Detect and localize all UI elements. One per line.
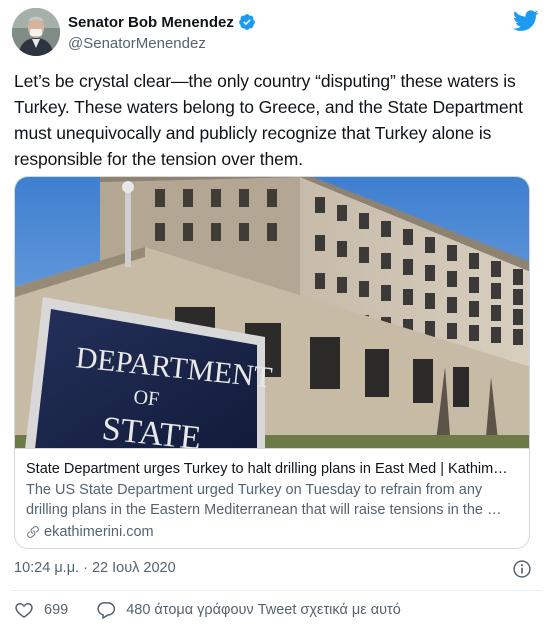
tweet-text: Let’s be crystal clear—the only country … xyxy=(14,71,523,169)
card-description: The US State Department urged Turkey on … xyxy=(26,482,502,518)
link-card[interactable]: DEPARTMENT OF STATE State Department urg… xyxy=(14,176,530,549)
card-domain-text[interactable]: ekathimerini.com xyxy=(44,522,154,542)
card-image[interactable]: DEPARTMENT OF STATE xyxy=(15,177,529,449)
reply-action[interactable]: 480 άτομα γράφουν Tweet σχετικά με αυτό xyxy=(96,600,401,620)
tweet-header: Senator Bob Menendez @SenatorMenendez xyxy=(12,8,541,58)
info-icon[interactable] xyxy=(512,559,532,579)
action-bar: 699 480 άτομα γράφουν Tweet σχετικά με α… xyxy=(14,599,401,621)
author-name[interactable]: Senator Bob Menendez xyxy=(68,14,234,31)
reply-bubble-icon[interactable] xyxy=(96,600,116,620)
reply-text[interactable]: 480 άτομα γράφουν Tweet σχετικά με αυτό xyxy=(126,602,401,618)
sign-line-2: OF xyxy=(132,386,160,411)
like-count: 699 xyxy=(44,602,69,618)
like-action[interactable]: 699 xyxy=(14,600,96,620)
author-handle[interactable]: @SenatorMenendez xyxy=(68,34,256,54)
divider xyxy=(12,590,542,591)
card-title[interactable]: State Department urges Turkey to halt dr… xyxy=(26,459,520,479)
card-domain[interactable]: ekathimerini.com xyxy=(26,522,520,542)
verified-badge-icon xyxy=(238,14,255,30)
timestamp[interactable]: 10:24 μ.μ. · 22 Ιουλ 2020 xyxy=(14,560,176,576)
avatar[interactable] xyxy=(12,8,60,56)
heart-icon[interactable] xyxy=(14,600,34,620)
author-block: Senator Bob Menendez @SenatorMenendez xyxy=(68,12,256,54)
link-icon xyxy=(27,526,39,538)
twitter-bird-icon[interactable] xyxy=(513,10,539,32)
card-body[interactable]: State Department urges Turkey to halt dr… xyxy=(15,449,529,548)
tweet-embed: Senator Bob Menendez @SenatorMenendez Le… xyxy=(0,0,553,629)
tweet-meta: 10:24 μ.μ. · 22 Ιουλ 2020 xyxy=(14,558,534,580)
